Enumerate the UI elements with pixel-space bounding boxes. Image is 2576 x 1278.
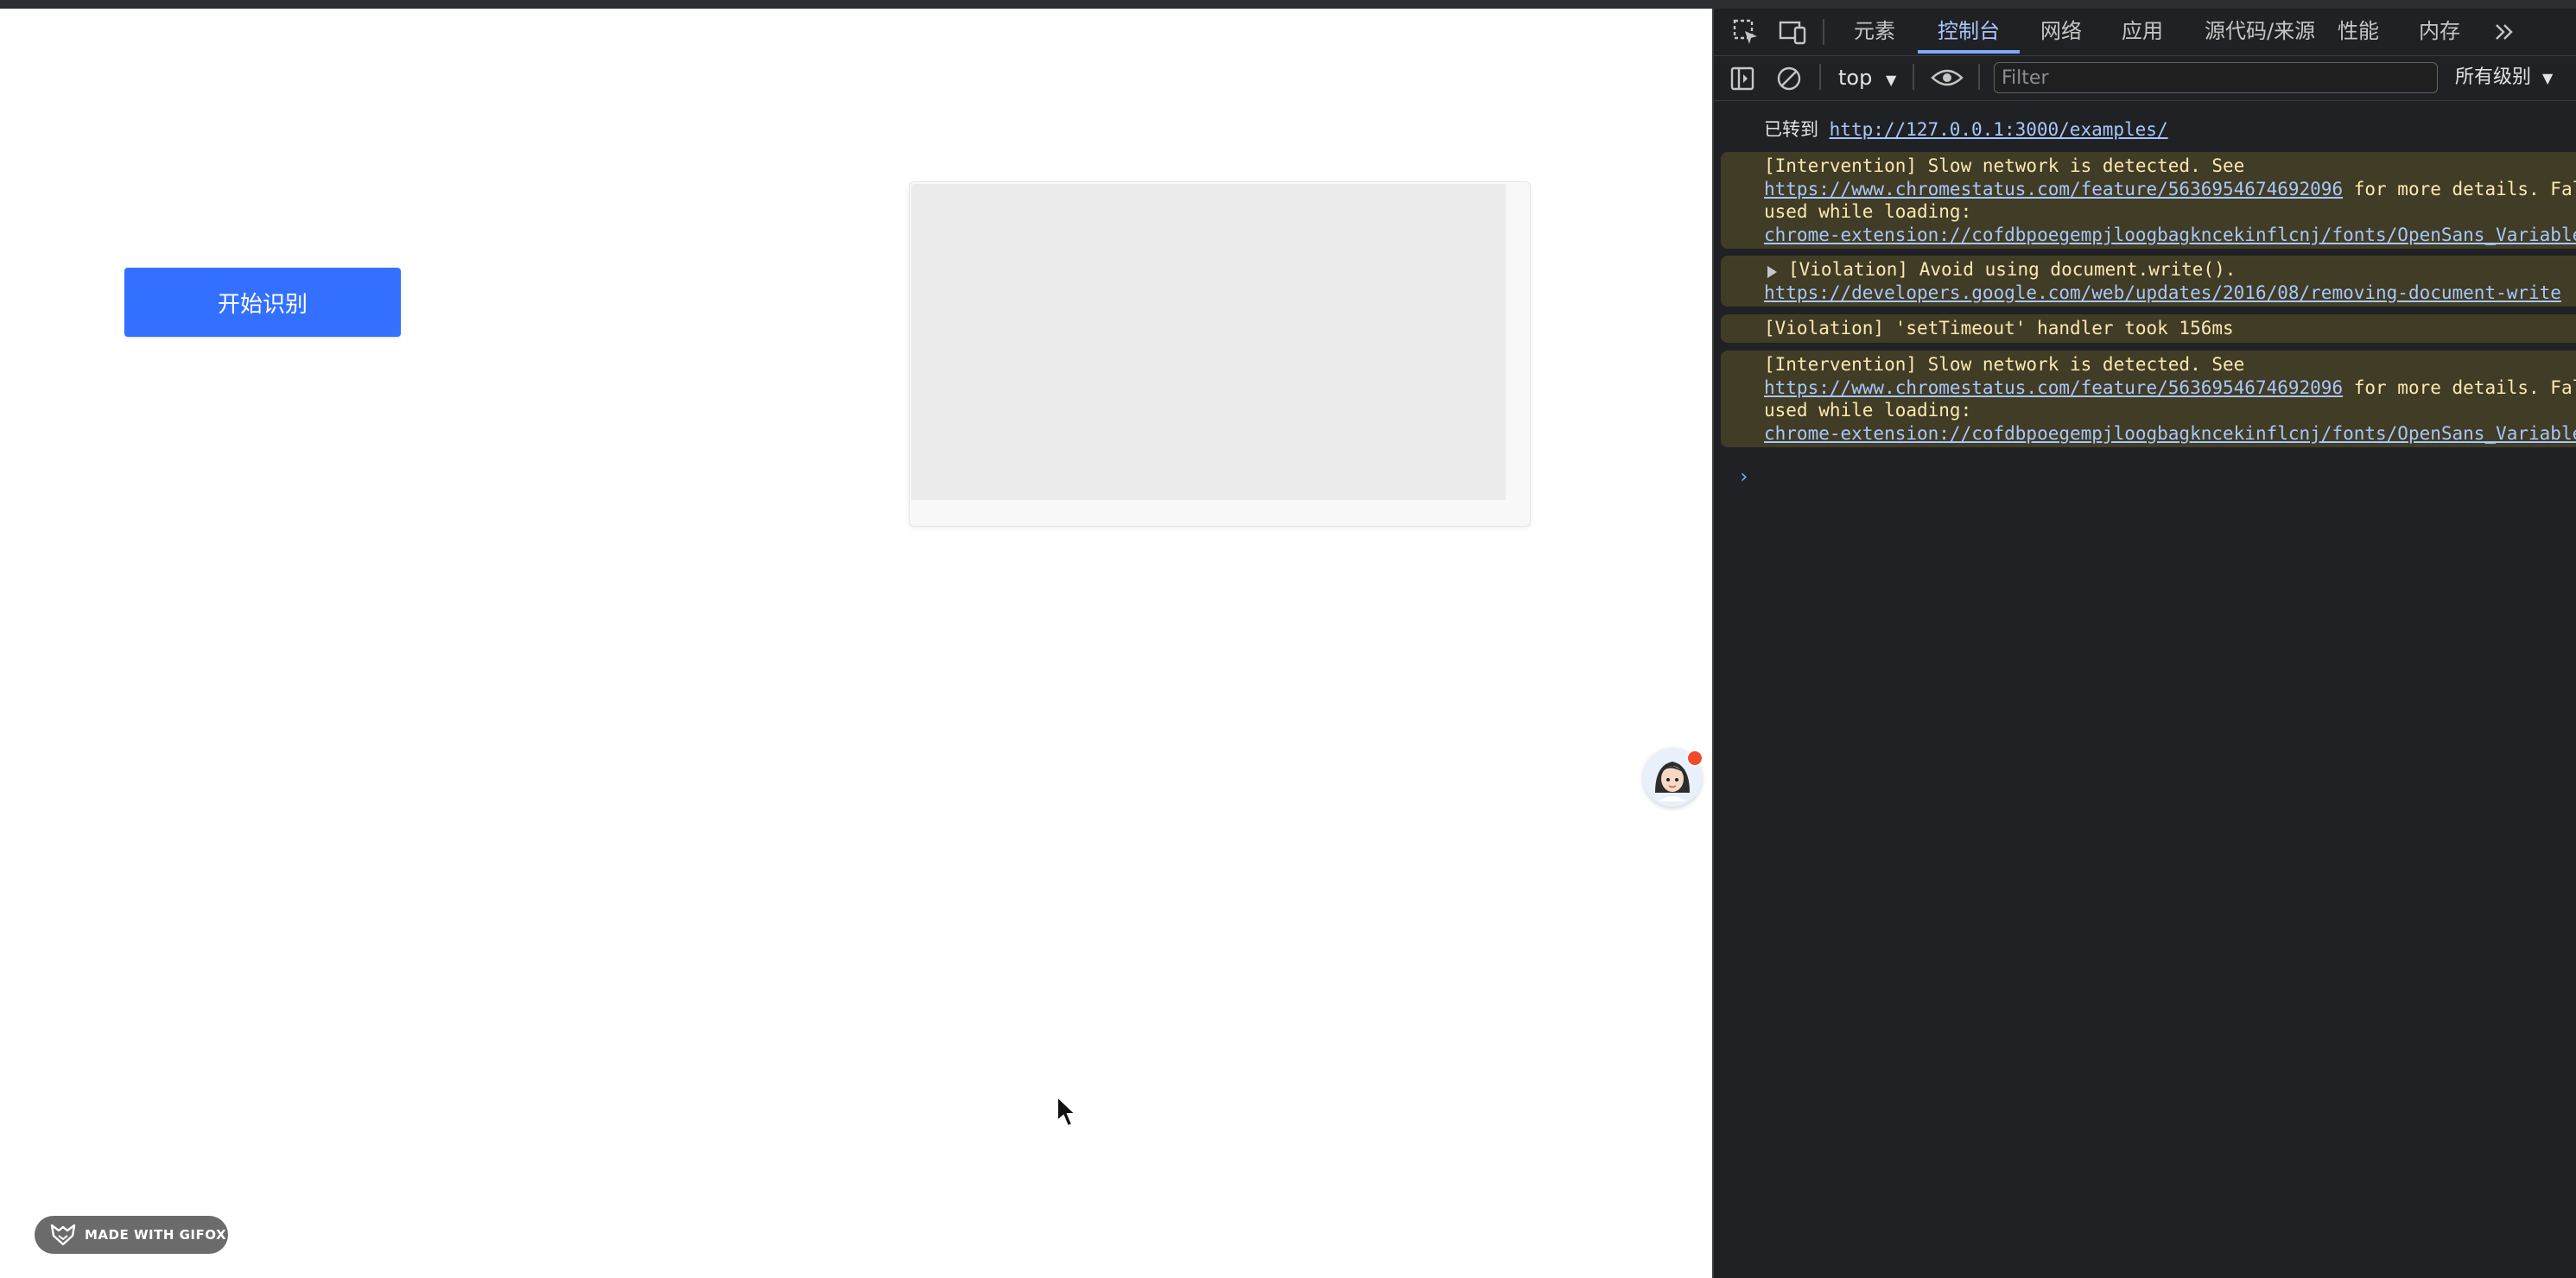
tab-console[interactable]: 控制台 bbox=[1918, 9, 2020, 54]
context-selector[interactable]: top ▼ bbox=[1838, 62, 1896, 93]
tab-memory[interactable]: 内存 bbox=[2419, 9, 2460, 54]
warning-text: used while loading: bbox=[1764, 400, 1972, 421]
warning-text: for more details. Fallback font will be bbox=[2353, 178, 2576, 199]
tab-network[interactable]: 网络 bbox=[2040, 9, 2082, 54]
assistant-avatar[interactable] bbox=[1643, 748, 1704, 807]
chromestatus-link[interactable]: https://www.chromestatus.com/feature/563… bbox=[1764, 377, 2343, 398]
log-levels-label: 所有级别 bbox=[2455, 66, 2532, 88]
warning-text: used while loading: bbox=[1764, 201, 1972, 222]
font-resource-link[interactable]: chrome-extension://cofdbpoegempjloogbagk… bbox=[1764, 422, 2576, 446]
context-selector-label: top bbox=[1838, 66, 1873, 90]
console-message-warning: [Violation] 'setTimeout' handler took 15… bbox=[1721, 314, 2576, 343]
warning-text: [Intervention] Slow network is detected.… bbox=[1764, 155, 2245, 176]
log-levels-dropdown[interactable]: 所有级别 ▼ bbox=[2455, 62, 2553, 93]
gifox-watermark: MADE WITH GIFOX bbox=[35, 1216, 228, 1254]
device-toggle-icon[interactable] bbox=[1778, 17, 1807, 47]
expand-arrow-icon[interactable] bbox=[1767, 266, 1777, 278]
warning-text: for more details. Fallback font will be bbox=[2353, 376, 2576, 398]
console-message-warning[interactable]: [Violation] Avoid using document.write()… bbox=[1721, 256, 2576, 307]
tab-sources[interactable]: 源代码/来源 bbox=[2205, 9, 2315, 54]
mouse-cursor-icon bbox=[1056, 1095, 1078, 1128]
start-recognition-button[interactable]: 开始识别 bbox=[124, 268, 401, 337]
navigated-url-link[interactable]: http://127.0.0.1:3000/examples/ bbox=[1830, 119, 2168, 140]
tab-application[interactable]: 应用 bbox=[2122, 9, 2163, 54]
live-expression-eye-icon[interactable] bbox=[1930, 66, 1964, 90]
toolbar-separator bbox=[1819, 64, 1821, 90]
devtools-panel: 元素 控制台 网络 应用 源代码/来源 性能 内存 top ▼ Filter 所… bbox=[1712, 9, 2576, 1278]
warning-text: [Violation] Avoid using document.write()… bbox=[1788, 259, 2237, 280]
notification-dot bbox=[1686, 750, 1704, 767]
tab-performance[interactable]: 性能 bbox=[2338, 9, 2379, 54]
tab-elements[interactable]: 元素 bbox=[1854, 9, 1895, 54]
gifox-label: MADE WITH GIFOX bbox=[85, 1227, 227, 1243]
double-chevron-right-icon[interactable] bbox=[2491, 21, 2517, 43]
toolbar-separator bbox=[1913, 64, 1914, 90]
toolbar-separator bbox=[1978, 64, 1980, 90]
console-message-warning: [Intervention] Slow network is detected.… bbox=[1721, 152, 2576, 249]
inspect-element-icon[interactable] bbox=[1731, 17, 1761, 47]
dropdown-arrow-icon: ▼ bbox=[1885, 72, 1897, 88]
font-resource-link[interactable]: chrome-extension://cofdbpoegempjloogbagk… bbox=[1764, 224, 2576, 247]
video-preview-card bbox=[909, 181, 1531, 527]
toolbar-separator bbox=[1823, 19, 1824, 45]
console-toolbar: top ▼ 所有级别 ▼ bbox=[1714, 55, 2576, 101]
sidebar-toggle-icon[interactable] bbox=[1729, 66, 1755, 92]
warning-text: [Intervention] Slow network is detected.… bbox=[1764, 354, 2245, 375]
dropdown-arrow-icon: ▼ bbox=[2542, 70, 2554, 86]
console-prompt[interactable]: › bbox=[1738, 466, 1749, 488]
console-message-navigation: 已转到 http://127.0.0.1:3000/examples/ bbox=[1721, 116, 2576, 144]
devtools-tab-bar: 元素 控制台 网络 应用 源代码/来源 性能 内存 bbox=[1714, 9, 2576, 56]
console-message-warning: [Intervention] Slow network is detected.… bbox=[1721, 351, 2576, 447]
warning-text: [Violation] 'setTimeout' handler took 15… bbox=[1764, 318, 2234, 338]
video-preview-area bbox=[911, 184, 1506, 500]
filter-input[interactable] bbox=[1994, 62, 2438, 93]
chromestatus-link[interactable]: https://www.chromestatus.com/feature/563… bbox=[1764, 179, 2343, 199]
navigated-prefix: 已转到 bbox=[1764, 119, 1818, 140]
page-viewport: 开始识别 MADE WITH GIFOX bbox=[0, 9, 1712, 1278]
clear-console-icon[interactable] bbox=[1776, 66, 1802, 92]
browser-top-edge bbox=[0, 0, 2576, 9]
gifox-logo-icon bbox=[50, 1224, 76, 1246]
document-write-link[interactable]: https://developers.google.com/web/update… bbox=[1764, 282, 2576, 305]
